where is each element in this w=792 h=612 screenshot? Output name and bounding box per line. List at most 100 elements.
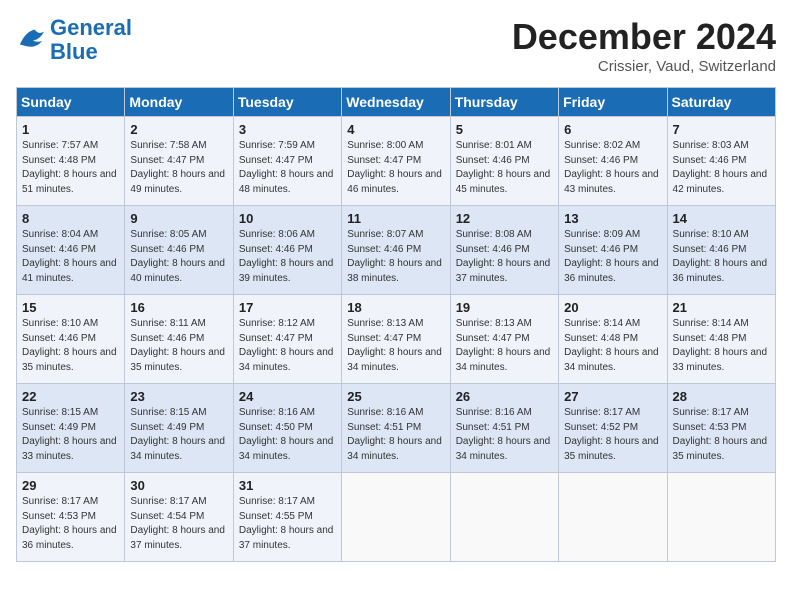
day-info: Sunrise: 8:00 AMSunset: 4:47 PMDaylight:… bbox=[347, 140, 442, 195]
calendar-cell bbox=[342, 473, 450, 562]
calendar-cell: 1 Sunrise: 7:57 AMSunset: 4:48 PMDayligh… bbox=[17, 117, 125, 206]
day-number: 21 bbox=[673, 300, 770, 315]
calendar-cell: 22 Sunrise: 8:15 AMSunset: 4:49 PMDaylig… bbox=[17, 384, 125, 473]
calendar-cell: 30 Sunrise: 8:17 AMSunset: 4:54 PMDaylig… bbox=[125, 473, 233, 562]
calendar-cell: 26 Sunrise: 8:16 AMSunset: 4:51 PMDaylig… bbox=[450, 384, 558, 473]
calendar-row: 15 Sunrise: 8:10 AMSunset: 4:46 PMDaylig… bbox=[17, 295, 776, 384]
day-number: 25 bbox=[347, 389, 444, 404]
day-info: Sunrise: 8:10 AMSunset: 4:46 PMDaylight:… bbox=[673, 229, 768, 284]
calendar-cell: 12 Sunrise: 8:08 AMSunset: 4:46 PMDaylig… bbox=[450, 206, 558, 295]
day-number: 14 bbox=[673, 211, 770, 226]
calendar-cell: 4 Sunrise: 8:00 AMSunset: 4:47 PMDayligh… bbox=[342, 117, 450, 206]
day-number: 30 bbox=[130, 478, 227, 493]
day-number: 27 bbox=[564, 389, 661, 404]
day-info: Sunrise: 8:04 AMSunset: 4:46 PMDaylight:… bbox=[22, 229, 117, 284]
day-info: Sunrise: 8:02 AMSunset: 4:46 PMDaylight:… bbox=[564, 140, 659, 195]
day-info: Sunrise: 8:15 AMSunset: 4:49 PMDaylight:… bbox=[22, 407, 117, 462]
calendar-cell: 10 Sunrise: 8:06 AMSunset: 4:46 PMDaylig… bbox=[233, 206, 341, 295]
day-info: Sunrise: 8:17 AMSunset: 4:53 PMDaylight:… bbox=[22, 496, 117, 551]
day-number: 19 bbox=[456, 300, 553, 315]
day-info: Sunrise: 8:13 AMSunset: 4:47 PMDaylight:… bbox=[347, 318, 442, 373]
calendar-cell: 16 Sunrise: 8:11 AMSunset: 4:46 PMDaylig… bbox=[125, 295, 233, 384]
calendar-cell: 29 Sunrise: 8:17 AMSunset: 4:53 PMDaylig… bbox=[17, 473, 125, 562]
location: Crissier, Vaud, Switzerland bbox=[512, 58, 776, 75]
day-info: Sunrise: 8:06 AMSunset: 4:46 PMDaylight:… bbox=[239, 229, 334, 284]
weekday-header: Friday bbox=[559, 88, 667, 117]
day-number: 3 bbox=[239, 122, 336, 137]
day-number: 6 bbox=[564, 122, 661, 137]
calendar-cell bbox=[450, 473, 558, 562]
day-number: 1 bbox=[22, 122, 119, 137]
day-info: Sunrise: 8:12 AMSunset: 4:47 PMDaylight:… bbox=[239, 318, 334, 373]
day-info: Sunrise: 8:17 AMSunset: 4:53 PMDaylight:… bbox=[673, 407, 768, 462]
day-number: 7 bbox=[673, 122, 770, 137]
calendar-cell: 21 Sunrise: 8:14 AMSunset: 4:48 PMDaylig… bbox=[667, 295, 775, 384]
day-number: 15 bbox=[22, 300, 119, 315]
day-info: Sunrise: 8:10 AMSunset: 4:46 PMDaylight:… bbox=[22, 318, 117, 373]
calendar-cell: 11 Sunrise: 8:07 AMSunset: 4:46 PMDaylig… bbox=[342, 206, 450, 295]
calendar-cell: 28 Sunrise: 8:17 AMSunset: 4:53 PMDaylig… bbox=[667, 384, 775, 473]
weekday-header: Saturday bbox=[667, 88, 775, 117]
calendar-row: 8 Sunrise: 8:04 AMSunset: 4:46 PMDayligh… bbox=[17, 206, 776, 295]
calendar-cell: 17 Sunrise: 8:12 AMSunset: 4:47 PMDaylig… bbox=[233, 295, 341, 384]
month-title: December 2024 bbox=[512, 16, 776, 58]
day-number: 29 bbox=[22, 478, 119, 493]
weekday-header: Sunday bbox=[17, 88, 125, 117]
day-number: 17 bbox=[239, 300, 336, 315]
day-info: Sunrise: 8:16 AMSunset: 4:51 PMDaylight:… bbox=[347, 407, 442, 462]
calendar-row: 1 Sunrise: 7:57 AMSunset: 4:48 PMDayligh… bbox=[17, 117, 776, 206]
day-info: Sunrise: 8:01 AMSunset: 4:46 PMDaylight:… bbox=[456, 140, 551, 195]
weekday-header-row: SundayMondayTuesdayWednesdayThursdayFrid… bbox=[17, 88, 776, 117]
day-info: Sunrise: 8:14 AMSunset: 4:48 PMDaylight:… bbox=[673, 318, 768, 373]
day-info: Sunrise: 8:17 AMSunset: 4:55 PMDaylight:… bbox=[239, 496, 334, 551]
day-number: 22 bbox=[22, 389, 119, 404]
day-info: Sunrise: 7:58 AMSunset: 4:47 PMDaylight:… bbox=[130, 140, 225, 195]
calendar-cell bbox=[559, 473, 667, 562]
calendar-cell: 9 Sunrise: 8:05 AMSunset: 4:46 PMDayligh… bbox=[125, 206, 233, 295]
calendar-cell: 6 Sunrise: 8:02 AMSunset: 4:46 PMDayligh… bbox=[559, 117, 667, 206]
calendar-cell: 19 Sunrise: 8:13 AMSunset: 4:47 PMDaylig… bbox=[450, 295, 558, 384]
day-number: 16 bbox=[130, 300, 227, 315]
day-number: 11 bbox=[347, 211, 444, 226]
day-info: Sunrise: 8:13 AMSunset: 4:47 PMDaylight:… bbox=[456, 318, 551, 373]
day-info: Sunrise: 7:57 AMSunset: 4:48 PMDaylight:… bbox=[22, 140, 117, 195]
day-info: Sunrise: 8:08 AMSunset: 4:46 PMDaylight:… bbox=[456, 229, 551, 284]
day-info: Sunrise: 8:16 AMSunset: 4:51 PMDaylight:… bbox=[456, 407, 551, 462]
calendar-cell: 3 Sunrise: 7:59 AMSunset: 4:47 PMDayligh… bbox=[233, 117, 341, 206]
calendar-cell: 14 Sunrise: 8:10 AMSunset: 4:46 PMDaylig… bbox=[667, 206, 775, 295]
day-number: 20 bbox=[564, 300, 661, 315]
day-info: Sunrise: 8:16 AMSunset: 4:50 PMDaylight:… bbox=[239, 407, 334, 462]
weekday-header: Wednesday bbox=[342, 88, 450, 117]
calendar-cell: 13 Sunrise: 8:09 AMSunset: 4:46 PMDaylig… bbox=[559, 206, 667, 295]
day-number: 9 bbox=[130, 211, 227, 226]
day-info: Sunrise: 8:03 AMSunset: 4:46 PMDaylight:… bbox=[673, 140, 768, 195]
calendar-row: 29 Sunrise: 8:17 AMSunset: 4:53 PMDaylig… bbox=[17, 473, 776, 562]
day-number: 23 bbox=[130, 389, 227, 404]
logo-text: GeneralBlue bbox=[50, 16, 132, 64]
calendar-cell: 25 Sunrise: 8:16 AMSunset: 4:51 PMDaylig… bbox=[342, 384, 450, 473]
day-number: 12 bbox=[456, 211, 553, 226]
day-info: Sunrise: 7:59 AMSunset: 4:47 PMDaylight:… bbox=[239, 140, 334, 195]
calendar-cell: 24 Sunrise: 8:16 AMSunset: 4:50 PMDaylig… bbox=[233, 384, 341, 473]
day-info: Sunrise: 8:05 AMSunset: 4:46 PMDaylight:… bbox=[130, 229, 225, 284]
calendar-cell: 8 Sunrise: 8:04 AMSunset: 4:46 PMDayligh… bbox=[17, 206, 125, 295]
day-number: 2 bbox=[130, 122, 227, 137]
day-number: 5 bbox=[456, 122, 553, 137]
calendar-cell: 7 Sunrise: 8:03 AMSunset: 4:46 PMDayligh… bbox=[667, 117, 775, 206]
day-number: 10 bbox=[239, 211, 336, 226]
calendar-cell bbox=[667, 473, 775, 562]
calendar-cell: 5 Sunrise: 8:01 AMSunset: 4:46 PMDayligh… bbox=[450, 117, 558, 206]
day-info: Sunrise: 8:15 AMSunset: 4:49 PMDaylight:… bbox=[130, 407, 225, 462]
day-number: 24 bbox=[239, 389, 336, 404]
weekday-header: Thursday bbox=[450, 88, 558, 117]
day-number: 13 bbox=[564, 211, 661, 226]
day-number: 26 bbox=[456, 389, 553, 404]
day-number: 28 bbox=[673, 389, 770, 404]
day-info: Sunrise: 8:17 AMSunset: 4:52 PMDaylight:… bbox=[564, 407, 659, 462]
day-number: 31 bbox=[239, 478, 336, 493]
day-info: Sunrise: 8:14 AMSunset: 4:48 PMDaylight:… bbox=[564, 318, 659, 373]
header: GeneralBlue December 2024 Crissier, Vaud… bbox=[16, 16, 776, 75]
weekday-header: Tuesday bbox=[233, 88, 341, 117]
day-number: 8 bbox=[22, 211, 119, 226]
title-area: December 2024 Crissier, Vaud, Switzerlan… bbox=[512, 16, 776, 75]
